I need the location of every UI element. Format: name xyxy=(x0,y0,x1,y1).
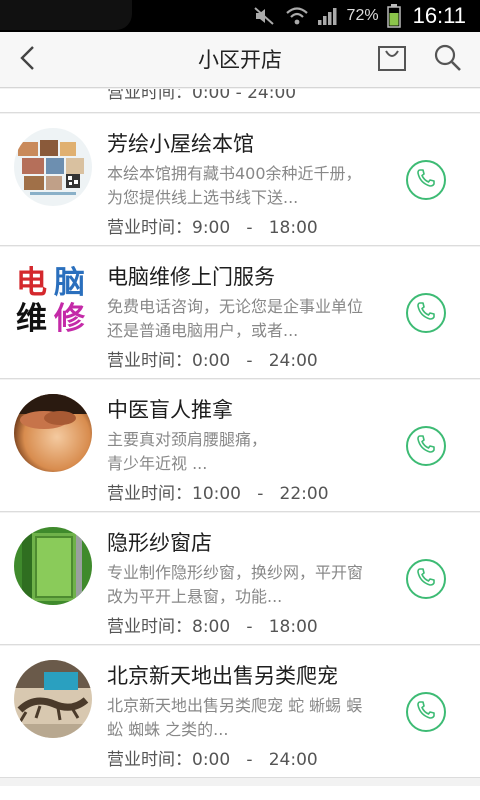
window-screen-photo xyxy=(14,527,92,605)
shop-description: 北京新天地出售另类爬宠 蛇 蜥蜴 蜈蚣 蜘蛛 之类的... xyxy=(107,696,363,739)
list-item-partial[interactable]: 营业时间：0:00 - 24:00 xyxy=(0,89,480,113)
shop-hours: 营业时间：10:00 - 22:00 xyxy=(107,484,329,504)
list-item[interactable]: 芳绘小屋绘本馆 本绘本馆拥有藏书400余种近千册，为您提供线上选书线下送... … xyxy=(0,114,480,246)
thumb-char: 电 xyxy=(16,265,47,301)
shop-hours: 营业时间：9:00 - 18:00 xyxy=(107,218,318,238)
app-header: 小区开店 xyxy=(0,32,480,88)
battery-icon xyxy=(386,4,401,28)
call-button[interactable] xyxy=(406,293,446,333)
list-item-partial[interactable] xyxy=(0,786,480,800)
phone-icon xyxy=(416,168,436,192)
search-icon xyxy=(433,43,463,77)
shop-thumbnail xyxy=(14,128,92,206)
shop-list[interactable]: 营业时间：0:00 - 24:00 芳绘小屋绘本馆 本绘本馆拥有藏书400余种近… xyxy=(0,89,480,800)
phone-icon xyxy=(416,567,436,591)
list-item[interactable]: 中医盲人推拿 主要真对颈肩腰腿痛， 青少年近视 ... 营业时间：10:00 -… xyxy=(0,380,480,512)
shop-hours: 营业时间：0:00 - 24:00 xyxy=(107,89,297,103)
computer-repair-logo: 电 脑 维 修 xyxy=(14,261,92,339)
shop-name: 芳绘小屋绘本馆 xyxy=(107,132,254,156)
shop-name: 中医盲人推拿 xyxy=(107,398,233,422)
signal-icon xyxy=(317,6,339,26)
call-button[interactable] xyxy=(406,426,446,466)
massage-photo xyxy=(14,394,92,472)
shopping-bag-icon xyxy=(377,44,407,76)
shop-name: 隐形纱窗店 xyxy=(107,531,212,555)
phone-icon xyxy=(416,700,436,724)
status-bar: 72% 16:11 xyxy=(0,0,480,32)
shop-description-line: 主要真对颈肩腰腿痛， xyxy=(107,430,268,449)
shop-description: 专业制作隐形纱窗，换纱网，平开窗改为平开上悬窗，功能... xyxy=(107,563,364,606)
mute-icon xyxy=(253,6,277,26)
search-button[interactable] xyxy=(428,40,468,80)
shop-thumbnail xyxy=(14,660,92,738)
list-item[interactable]: 隐形纱窗店 专业制作隐形纱窗，换纱网，平开窗改为平开上悬窗，功能... 营业时间… xyxy=(0,513,480,645)
thumb-char: 维 xyxy=(16,301,47,337)
shop-thumbnail xyxy=(14,527,92,605)
thumb-char: 修 xyxy=(53,301,86,337)
shop-thumbnail: 电 脑 维 修 xyxy=(14,261,92,339)
shop-description-line: 青少年近视 ... xyxy=(107,454,208,473)
list-item[interactable]: 电 脑 维 修 电脑维修上门服务 免费电话咨询，无论您是企事业单位还是普通电脑用… xyxy=(0,247,480,379)
status-bar-right: 72% 16:11 xyxy=(253,0,466,32)
shop-description: 主要真对颈肩腰腿痛， 青少年近视 ... xyxy=(107,428,375,476)
shop-description: 免费电话咨询，无论您是企事业单位还是普通电脑用户，或者... xyxy=(107,297,364,340)
list-item[interactable]: 北京新天地出售另类爬宠 北京新天地出售另类爬宠 蛇 蜥蜴 蜈蚣 蜘蛛 之类的..… xyxy=(0,646,480,778)
shop-thumbnail xyxy=(14,394,92,472)
call-button[interactable] xyxy=(406,559,446,599)
phone-icon xyxy=(416,301,436,325)
call-button[interactable] xyxy=(406,692,446,732)
shop-hours: 营业时间：0:00 - 24:00 xyxy=(107,750,318,770)
call-button[interactable] xyxy=(406,160,446,200)
shopping-bag-button[interactable] xyxy=(372,40,412,80)
shop-name: 北京新天地出售另类爬宠 xyxy=(107,664,338,688)
clock: 16:11 xyxy=(412,3,466,28)
phone-icon xyxy=(416,434,436,458)
picture-book-photo xyxy=(14,128,92,206)
shop-description: 本绘本馆拥有藏书400余种近千册，为您提供线上选书线下送... xyxy=(107,164,362,207)
status-bar-notification-area xyxy=(0,0,132,30)
lizard-photo xyxy=(14,660,92,738)
wifi-icon xyxy=(285,6,309,26)
thumb-char: 脑 xyxy=(54,265,85,301)
shop-name: 电脑维修上门服务 xyxy=(107,265,275,289)
shop-hours: 营业时间：8:00 - 18:00 xyxy=(107,617,318,637)
battery-percent: 72% xyxy=(346,7,379,24)
shop-hours: 营业时间：0:00 - 24:00 xyxy=(107,351,318,371)
